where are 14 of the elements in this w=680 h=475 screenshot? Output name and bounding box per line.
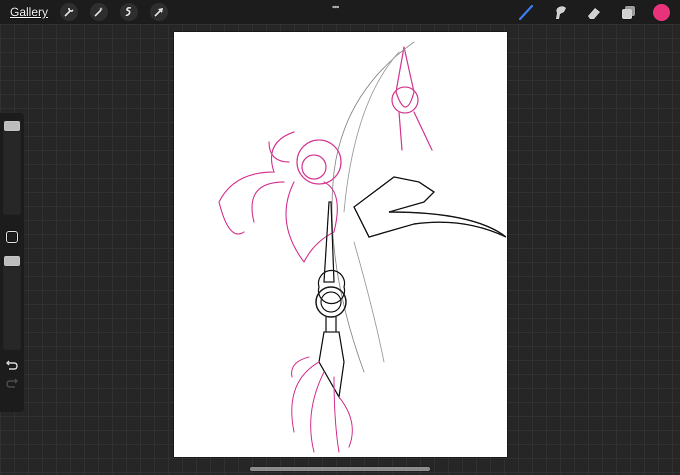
more-menu[interactable]: ••• — [332, 1, 338, 14]
drawing-canvas[interactable] — [174, 32, 506, 457]
color-swatch[interactable] — [653, 4, 670, 20]
slider-thumb[interactable] — [4, 121, 20, 131]
layers-tool-icon[interactable] — [619, 3, 637, 21]
wand-icon[interactable] — [90, 3, 108, 21]
gallery-link[interactable]: Gallery — [10, 3, 48, 21]
selection-icon[interactable] — [120, 3, 138, 21]
undo-icon[interactable] — [6, 360, 18, 370]
brush-tool-icon[interactable] — [517, 3, 535, 21]
eyedropper-button[interactable] — [6, 231, 18, 243]
transform-icon[interactable] — [150, 3, 168, 21]
slider-thumb[interactable] — [4, 256, 20, 266]
wrench-icon[interactable] — [60, 3, 78, 21]
